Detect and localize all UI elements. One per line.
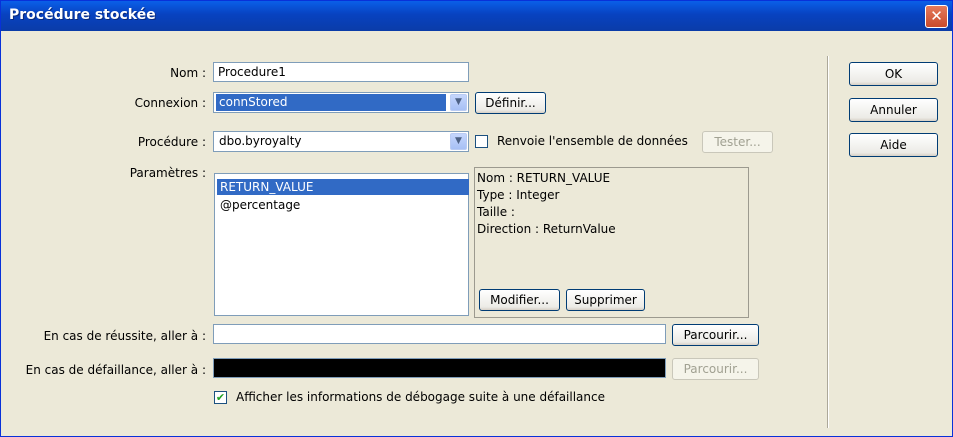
annuler-button[interactable]: Annuler <box>849 98 938 122</box>
renvoie-checkbox[interactable] <box>475 135 488 148</box>
detail-taille: Taille : <box>477 205 515 219</box>
procedure-select[interactable]: dbo.byroyalty ▼ <box>213 131 469 152</box>
checkmark-icon: ✔ <box>215 391 226 404</box>
title-bar[interactable]: Procédure stockée ✕ <box>1 1 952 31</box>
close-button[interactable]: ✕ <box>925 5 948 28</box>
renvoie-label: Renvoie l'ensemble de données <box>497 134 688 148</box>
success-label: En cas de réussite, aller à : <box>43 329 206 343</box>
connexion-label: Connexion : <box>134 96 206 110</box>
list-item[interactable]: RETURN_VALUE <box>217 179 469 195</box>
failure-input[interactable] <box>213 358 666 378</box>
procedure-label: Procédure : <box>137 135 206 149</box>
chevron-down-icon[interactable]: ▼ <box>450 94 467 111</box>
detail-type: Type : Integer <box>477 188 560 202</box>
definir-button[interactable]: Définir... <box>475 92 546 114</box>
divider <box>827 56 829 428</box>
connexion-value: connStored <box>216 94 446 111</box>
nom-label: Nom : <box>170 66 206 80</box>
list-item[interactable]: @percentage <box>217 197 469 213</box>
modifier-button[interactable]: Modifier... <box>479 289 560 311</box>
connexion-select[interactable]: connStored ▼ <box>213 92 469 113</box>
window-title: Procédure stockée <box>9 7 156 23</box>
chevron-down-icon[interactable]: ▼ <box>450 133 467 150</box>
detail-direction: Direction : ReturnValue <box>477 222 616 236</box>
close-icon: ✕ <box>930 7 943 25</box>
stored-procedure-dialog: Procédure stockée ✕ Nom : Procedure1 Con… <box>0 0 953 437</box>
nom-input[interactable]: Procedure1 <box>213 62 469 82</box>
parameter-details: Nom : RETURN_VALUE Type : Integer Taille… <box>474 167 749 318</box>
parcourir-success-button[interactable]: Parcourir... <box>672 324 759 346</box>
ok-button[interactable]: OK <box>849 62 938 86</box>
parcourir-failure-button[interactable]: Parcourir... <box>672 358 759 380</box>
tester-button[interactable]: Tester... <box>702 131 773 153</box>
aide-button[interactable]: Aide <box>849 133 938 157</box>
debug-checkbox[interactable]: ✔ <box>214 391 227 404</box>
parametres-label: Paramètres : <box>129 166 206 180</box>
debug-label: Afficher les informations de débogage su… <box>236 390 605 404</box>
detail-nom: Nom : RETURN_VALUE <box>477 171 611 185</box>
parameters-list[interactable]: RETURN_VALUE @percentage <box>214 173 469 316</box>
success-input[interactable] <box>213 324 666 344</box>
supprimer-button[interactable]: Supprimer <box>566 289 645 311</box>
procedure-value: dbo.byroyalty <box>219 134 302 148</box>
failure-label: En cas de défaillance, aller à : <box>25 363 206 377</box>
